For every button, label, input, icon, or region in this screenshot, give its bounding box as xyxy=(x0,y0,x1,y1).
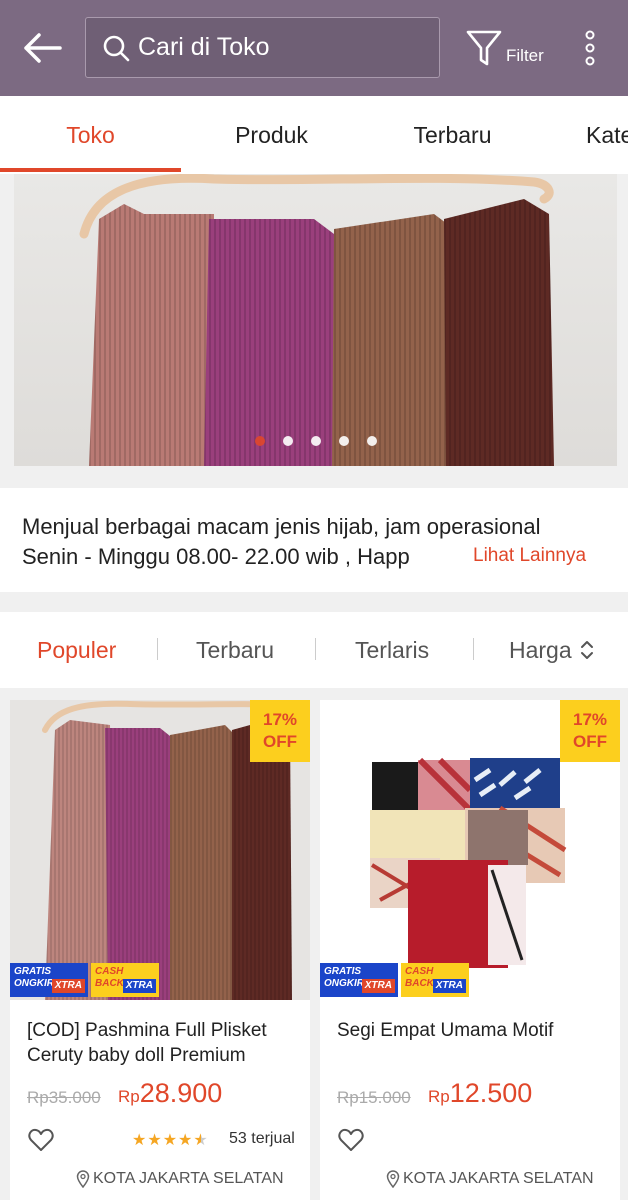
original-price: Rp15.000 xyxy=(337,1088,411,1107)
location-text: KOTA JAKARTA SELATAN xyxy=(403,1170,594,1187)
product-image: 17% OFF GRATIS ONGKIR XTRA CASH BACK XTR… xyxy=(10,700,310,1000)
product-location: KOTA JAKARTA SELATAN xyxy=(76,1170,284,1188)
back-arrow-icon xyxy=(24,33,62,63)
star-icon: ★ xyxy=(178,1132,194,1149)
product-card[interactable]: 17% OFF GRATIS ONGKIR XTRA CASH BACK XTR… xyxy=(10,700,310,1200)
carousel-indicator xyxy=(0,434,628,448)
sort-updown-icon xyxy=(580,641,593,659)
xtra-label: XTRA xyxy=(51,979,85,993)
half-star-icon: ★ xyxy=(193,1132,209,1149)
filter-icon xyxy=(466,30,502,66)
xtra-label: XTRA xyxy=(361,979,395,993)
hijab-banner-image xyxy=(79,174,554,466)
discount-off-label: OFF xyxy=(263,732,297,751)
shop-banner[interactable] xyxy=(14,174,617,466)
xtra-label: XTRA xyxy=(122,979,156,993)
tab-terbaru[interactable]: Terbaru xyxy=(362,96,543,174)
sort-harga-label: Harga xyxy=(509,636,572,663)
search-icon xyxy=(103,35,130,61)
rating-stars: ★ ★ ★ ★ ★ xyxy=(132,1130,209,1150)
location-pin-icon xyxy=(386,1170,400,1188)
product-location: KOTA JAKARTA SELATAN xyxy=(386,1170,594,1188)
sort-populer[interactable]: Populer xyxy=(37,612,116,688)
location-text: KOTA JAKARTA SELATAN xyxy=(93,1170,284,1187)
product-title[interactable]: [COD] Pashmina Full Plisket Ceruty baby … xyxy=(27,1018,302,1068)
promo-text: CASH xyxy=(405,966,434,977)
sort-harga[interactable]: Harga xyxy=(509,612,596,688)
filter-label: Filter xyxy=(506,46,544,65)
star-icon: ★ xyxy=(132,1132,148,1149)
divider xyxy=(157,638,158,660)
currency-label: Rp xyxy=(428,1087,450,1106)
sold-count: 53 terjual xyxy=(229,1130,295,1147)
cashback-badge: CASH BACK XTRA xyxy=(401,963,469,997)
original-price: Rp35.000 xyxy=(27,1088,101,1107)
carousel-dot[interactable] xyxy=(311,436,321,446)
sort-bar: Populer Terbaru Terlaris Harga xyxy=(0,612,628,688)
search-input[interactable]: Cari di Toko xyxy=(85,17,440,78)
tab-kategori[interactable]: Kategori xyxy=(586,96,628,174)
price-value: 28.900 xyxy=(139,1078,223,1108)
more-vertical-icon xyxy=(585,30,595,66)
promo-text: GRATIS xyxy=(14,966,52,977)
divider xyxy=(315,638,316,660)
description-line: Menjual berbagai macam jenis hijab, jam … xyxy=(22,514,541,539)
tab-produk[interactable]: Produk xyxy=(181,96,362,174)
product-image: 17% OFF GRATIS ONGKIR XTRA CASH BACK XTR… xyxy=(320,700,620,1000)
sort-terlaris[interactable]: Terlaris xyxy=(355,612,429,688)
wishlist-heart-icon[interactable] xyxy=(28,1128,54,1152)
star-icon: ★ xyxy=(147,1132,163,1149)
see-more-link[interactable]: Lihat Lainnya xyxy=(473,545,586,567)
promo-text: GRATIS xyxy=(324,966,362,977)
search-placeholder: Cari di Toko xyxy=(138,33,270,61)
free-shipping-badge: GRATIS ONGKIR XTRA xyxy=(10,963,88,997)
cashback-badge: CASH BACK XTRA xyxy=(91,963,159,997)
filter-button[interactable]: Filter xyxy=(466,26,556,70)
star-icon: ★ xyxy=(162,1132,179,1149)
back-button[interactable] xyxy=(18,26,66,70)
price-value: 12.500 xyxy=(449,1078,533,1108)
description-line: Senin - Minggu 08.00- 22.00 wib , Happ xyxy=(22,544,410,569)
product-card[interactable]: 17% OFF GRATIS ONGKIR XTRA CASH BACK XTR… xyxy=(320,700,620,1200)
sale-price: Rp12.500 xyxy=(428,1078,532,1109)
carousel-dot[interactable] xyxy=(367,436,377,446)
more-options-button[interactable] xyxy=(575,26,605,70)
wishlist-heart-icon[interactable] xyxy=(338,1128,364,1152)
discount-badge: 17% OFF xyxy=(560,700,620,762)
promo-text: CASH xyxy=(95,966,124,977)
discount-badge: 17% OFF xyxy=(250,700,310,762)
divider xyxy=(473,638,474,660)
currency-label: Rp xyxy=(118,1087,140,1106)
sort-terbaru[interactable]: Terbaru xyxy=(196,612,274,688)
carousel-dot[interactable] xyxy=(339,436,349,446)
location-pin-icon xyxy=(76,1170,90,1188)
promo-labels: GRATIS ONGKIR XTRA CASH BACK XTRA xyxy=(10,963,159,997)
carousel-dot[interactable] xyxy=(283,436,293,446)
carousel-dot[interactable] xyxy=(255,436,265,446)
active-tab-indicator xyxy=(0,168,181,172)
tab-toko[interactable]: Toko xyxy=(0,96,181,174)
discount-off-label: OFF xyxy=(573,732,607,751)
top-bar: Cari di Toko Filter xyxy=(0,0,628,96)
shop-tabs: Toko Produk Terbaru Kategori xyxy=(0,96,628,174)
shop-description: Menjual berbagai macam jenis hijab, jam … xyxy=(0,488,628,592)
free-shipping-badge: GRATIS ONGKIR XTRA xyxy=(320,963,398,997)
discount-percent: 17% xyxy=(262,710,298,729)
discount-percent: 17% xyxy=(572,710,608,729)
sale-price: Rp28.900 xyxy=(118,1078,222,1109)
product-title[interactable]: Segi Empat Umama Motif xyxy=(337,1018,612,1043)
xtra-label: XTRA xyxy=(432,979,466,993)
promo-labels: GRATIS ONGKIR XTRA CASH BACK XTRA xyxy=(320,963,469,997)
